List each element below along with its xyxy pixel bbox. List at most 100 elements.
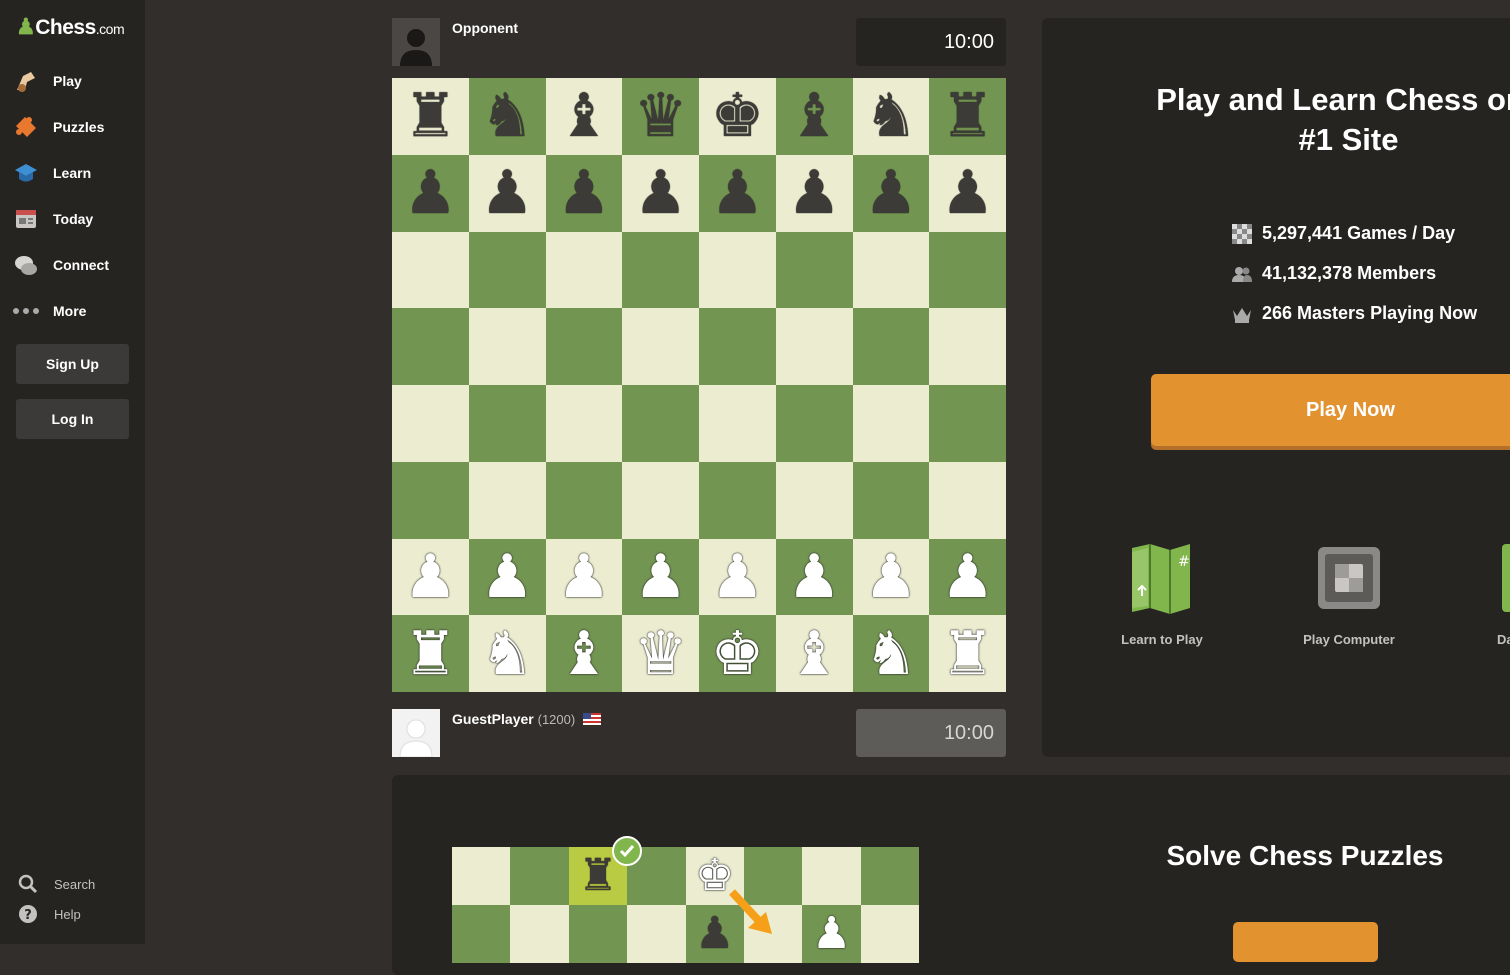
puzzle-square[interactable]	[510, 905, 569, 963]
log-in-button[interactable]: Log In	[16, 399, 129, 439]
square-b6[interactable]	[468, 231, 546, 309]
puzzle-square[interactable]	[860, 905, 919, 963]
square-h8[interactable]: ♜	[929, 78, 1006, 155]
square-d7[interactable]: ♟	[622, 154, 699, 232]
square-d1[interactable]: ♛	[622, 615, 699, 692]
sidebar-item-more[interactable]: More	[12, 293, 86, 329]
square-b7[interactable]: ♟	[468, 154, 546, 232]
square-b1[interactable]: ♞	[468, 615, 546, 692]
puzzle-square[interactable]: ♟	[802, 905, 861, 963]
square-c7[interactable]: ♟	[545, 154, 623, 232]
square-h7[interactable]: ♟	[929, 154, 1006, 232]
white-piece-icon[interactable]: ♟	[634, 546, 688, 607]
square-e8[interactable]: ♚	[699, 78, 776, 155]
sidebar-item-learn[interactable]: Learn	[12, 155, 91, 191]
square-c8[interactable]: ♝	[545, 78, 623, 155]
black-piece-icon[interactable]: ♜	[403, 86, 457, 146]
square-d8[interactable]: ♛	[622, 78, 699, 155]
square-a3[interactable]	[392, 461, 469, 539]
square-h2[interactable]: ♟	[929, 538, 1006, 616]
square-e1[interactable]: ♚	[699, 615, 776, 692]
black-piece-icon[interactable]: ♜	[941, 86, 995, 146]
white-piece-icon[interactable]: ♚	[710, 623, 764, 684]
square-f8[interactable]: ♝	[775, 78, 853, 155]
help-link[interactable]: ? Help	[18, 904, 81, 924]
black-piece-icon[interactable]: ♟	[787, 163, 841, 223]
square-g5[interactable]	[852, 308, 930, 385]
black-piece-icon[interactable]: ♝	[787, 86, 841, 146]
square-f7[interactable]: ♟	[775, 154, 853, 232]
square-d2[interactable]: ♟	[622, 538, 699, 616]
square-e7[interactable]: ♟	[699, 154, 776, 232]
chess-board[interactable]: ♜ ♞ ♝ ♛ ♚ ♝ ♞ ♜ ♟ ♟ ♟ ♟ ♟ ♟ ♟ ♟ ♟ ♟ ♟ ♟ ♟ ♟ ♟ ♟ ♜ ♞ ♝ ♛ ♚ ♝ ♞ ♜	[392, 78, 1006, 692]
puzzle-square[interactable]	[802, 847, 861, 905]
black-piece-icon[interactable]: ♞	[480, 86, 534, 146]
square-f4[interactable]	[775, 385, 853, 462]
chess-logo[interactable]: ♟Chess.com	[16, 14, 125, 40]
square-g2[interactable]: ♟	[852, 538, 930, 616]
square-a4[interactable]	[392, 385, 469, 462]
square-b2[interactable]: ♟	[468, 538, 546, 616]
square-g3[interactable]	[852, 461, 930, 539]
square-b8[interactable]: ♞	[468, 78, 546, 155]
square-d3[interactable]	[622, 461, 699, 539]
white-piece-icon[interactable]: ♟	[710, 546, 764, 607]
white-piece-icon[interactable]: ♞	[480, 623, 534, 684]
square-h1[interactable]: ♜	[929, 615, 1006, 692]
black-piece-icon[interactable]: ♟	[864, 163, 918, 223]
play-now-button[interactable]: Play Now	[1151, 374, 1510, 446]
square-b4[interactable]	[468, 385, 546, 462]
black-piece-icon[interactable]: ♟	[557, 163, 611, 223]
puzzle-square[interactable]	[568, 905, 628, 963]
square-a7[interactable]: ♟	[392, 154, 469, 232]
puzzle-square[interactable]	[627, 905, 686, 963]
square-e5[interactable]	[699, 308, 776, 385]
black-piece-icon[interactable]: ♚	[710, 86, 764, 146]
square-h4[interactable]	[929, 385, 1006, 462]
square-a6[interactable]	[392, 231, 469, 309]
black-piece-icon[interactable]: ♟	[710, 163, 764, 223]
square-a1[interactable]: ♜	[392, 615, 469, 692]
square-c6[interactable]	[545, 231, 623, 309]
white-piece-icon[interactable]: ♟	[864, 546, 918, 607]
black-piece-icon[interactable]: ♟	[480, 163, 534, 223]
white-piece-icon[interactable]: ♜	[403, 623, 457, 684]
square-c5[interactable]	[545, 308, 623, 385]
square-d5[interactable]	[622, 308, 699, 385]
square-a5[interactable]	[392, 308, 469, 385]
square-g1[interactable]: ♞	[852, 615, 930, 692]
square-f6[interactable]	[775, 231, 853, 309]
square-f5[interactable]	[775, 308, 853, 385]
square-f3[interactable]	[775, 461, 853, 539]
square-e4[interactable]	[699, 385, 776, 462]
square-g7[interactable]: ♟	[852, 154, 930, 232]
white-piece-icon[interactable]: ♝	[557, 623, 611, 684]
square-g4[interactable]	[852, 385, 930, 462]
black-piece-icon[interactable]: ♟	[941, 163, 995, 223]
black-piece-icon[interactable]: ♟	[403, 163, 457, 223]
black-piece-icon[interactable]: ♟	[634, 163, 688, 223]
black-piece-icon[interactable]: ♛	[634, 86, 688, 146]
white-piece-icon[interactable]: ♞	[864, 623, 918, 684]
sign-up-button[interactable]: Sign Up	[16, 344, 129, 384]
square-a8[interactable]: ♜	[392, 78, 469, 155]
square-a2[interactable]: ♟	[392, 538, 469, 616]
sidebar-item-play[interactable]: Play	[12, 63, 82, 99]
square-h6[interactable]	[929, 231, 1006, 309]
white-piece-icon[interactable]: ♟	[480, 546, 534, 607]
solve-puzzles-button[interactable]	[1233, 922, 1378, 962]
white-piece-icon[interactable]: ♟	[787, 546, 841, 607]
square-e6[interactable]	[699, 231, 776, 309]
square-d6[interactable]	[622, 231, 699, 309]
puzzle-square[interactable]	[452, 847, 511, 905]
square-c2[interactable]: ♟	[545, 538, 623, 616]
white-piece-icon[interactable]: ♝	[787, 623, 841, 684]
white-piece-icon[interactable]: ♟	[941, 546, 995, 607]
square-c3[interactable]	[545, 461, 623, 539]
square-f2[interactable]: ♟	[775, 538, 853, 616]
square-d4[interactable]	[622, 385, 699, 462]
square-g8[interactable]: ♞	[852, 78, 930, 155]
search-link[interactable]: Search	[18, 874, 95, 894]
white-piece-icon[interactable]: ♟	[403, 546, 457, 607]
square-e2[interactable]: ♟	[699, 538, 776, 616]
